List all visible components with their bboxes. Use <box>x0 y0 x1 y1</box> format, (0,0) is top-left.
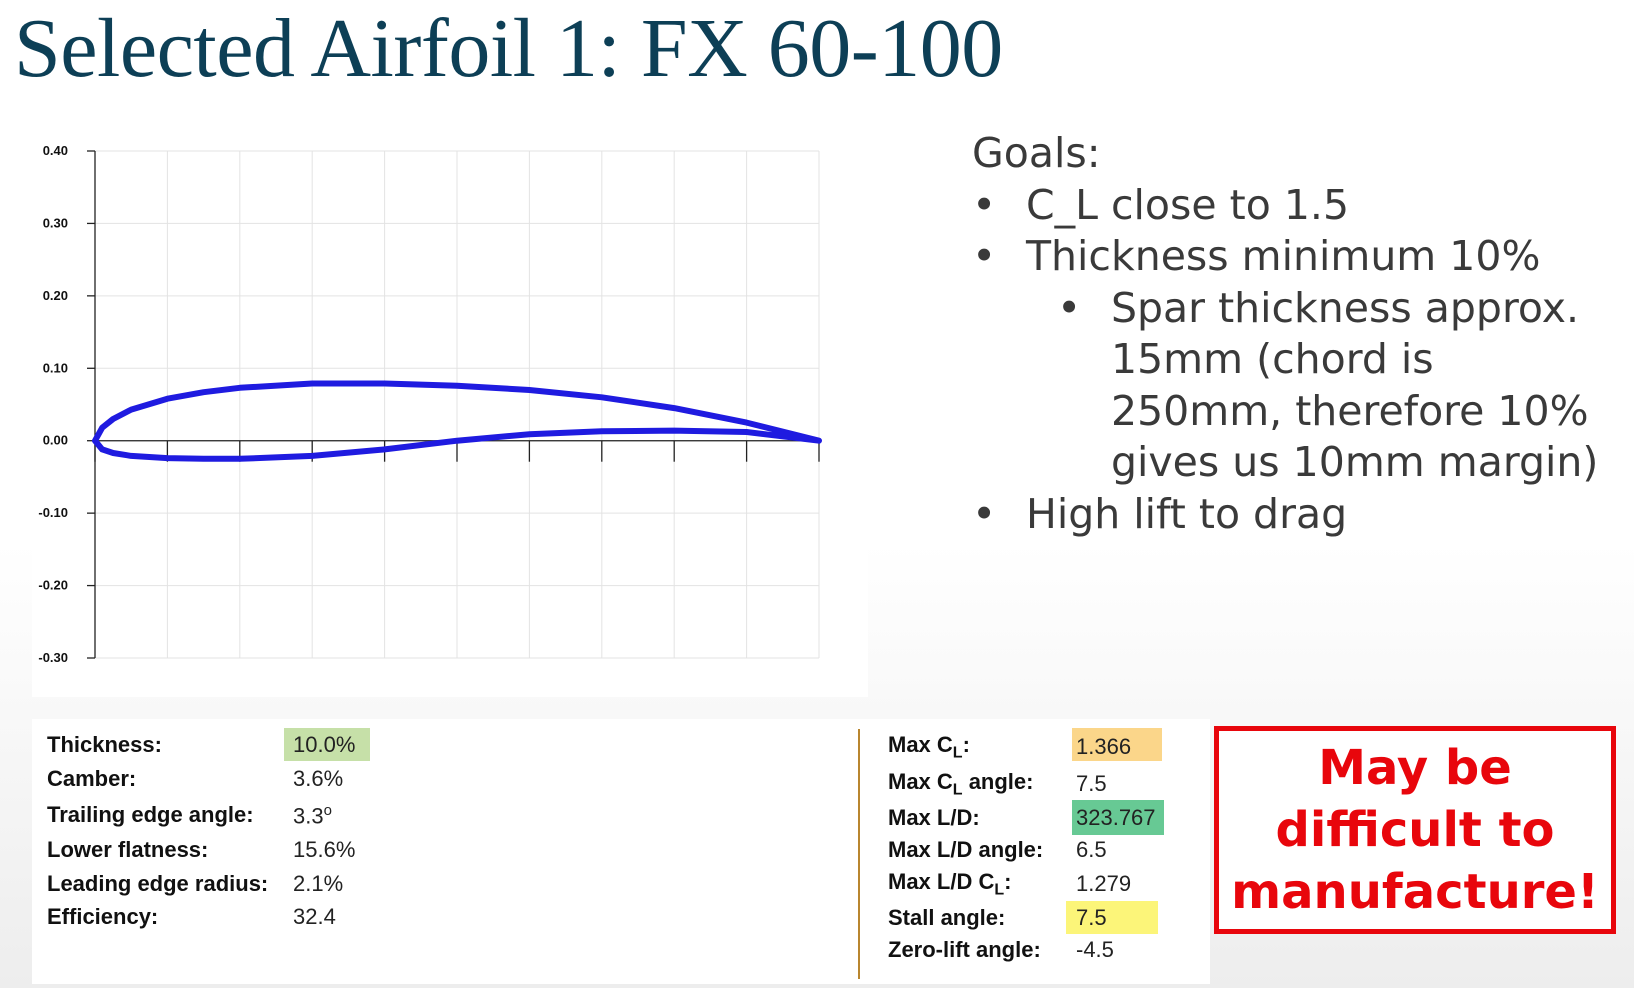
airfoil-plot-svg: 0.40 0.30 0.20 0.10 0.00 -0.10 -0.20 -0.30 <box>38 143 822 665</box>
goal-item: C_L close to 1.5 <box>972 180 1612 232</box>
goal-item: High lift to drag <box>972 489 1612 541</box>
goal-subitem: Spar thickness approx. 15mm (chord is 25… <box>972 283 1612 489</box>
plot-axes <box>87 150 820 659</box>
subscript-l: L <box>952 744 963 762</box>
y-tick-label: 0.30 <box>43 215 68 230</box>
goals-heading: Goals: <box>972 129 1101 177</box>
y-tick-label: -0.30 <box>38 650 68 665</box>
max-ld-label: Max L/D: <box>888 805 980 830</box>
zero-lift-angle-value: -4.5 <box>1076 937 1114 962</box>
max-ld-value: 323.767 <box>1076 805 1156 830</box>
y-tick-label: 0.40 <box>43 143 68 158</box>
efficiency-value: 32.4 <box>293 904 336 929</box>
plot-grid <box>95 150 820 659</box>
lower-flatness-label: Lower flatness: <box>47 837 209 862</box>
thickness-label: Thickness: <box>47 732 162 757</box>
subscript-l: L <box>994 881 1005 899</box>
degree-symbol: o <box>323 802 332 819</box>
zero-lift-angle-label: Zero-lift angle: <box>888 937 1041 962</box>
lower-flatness-value: 15.6% <box>293 837 356 862</box>
warning-callout: May be difficult to manufacture! <box>1214 726 1616 934</box>
warning-text: May be difficult to manufacture! <box>1231 740 1599 920</box>
airfoil-stats-panel: Thickness: 10.0% Camber: 3.6% Trailing e… <box>32 719 1210 984</box>
max-ld-angle-label: Max L/D angle: <box>888 837 1044 862</box>
slide-title: Selected Airfoil 1: FX 60-100 <box>14 2 1003 95</box>
max-cl-value: 1.366 <box>1076 734 1132 759</box>
max-ld-cl-value: 1.279 <box>1076 871 1132 896</box>
subscript-l: L <box>952 781 963 799</box>
thickness-value: 10.0% <box>293 732 356 757</box>
efficiency-label: Efficiency: <box>47 904 159 929</box>
airfoil-plot: 0.40 0.30 0.20 0.10 0.00 -0.10 -0.20 -0.30 <box>32 140 868 697</box>
stall-angle-value: 7.5 <box>1076 905 1107 930</box>
camber-label: Camber: <box>47 766 137 791</box>
stats-column-divider <box>858 729 860 979</box>
y-tick-label: 0.10 <box>43 360 68 375</box>
y-tick-label: -0.10 <box>38 505 68 520</box>
goals-list: C_L close to 1.5 Thickness minimum 10% S… <box>972 180 1612 541</box>
goal-item: Thickness minimum 10% <box>972 231 1612 283</box>
stall-angle-label: Stall angle: <box>888 905 1006 930</box>
max-ld-angle-value: 6.5 <box>1076 837 1107 862</box>
max-cl-angle-value: 7.5 <box>1076 771 1107 796</box>
trailing-edge-angle-label: Trailing edge angle: <box>47 802 254 827</box>
leading-edge-radius-label: Leading edge radius: <box>47 871 269 896</box>
camber-value: 3.6% <box>293 766 344 791</box>
leading-edge-radius-value: 2.1% <box>293 871 344 896</box>
y-tick-label: 0.20 <box>43 288 68 303</box>
trailing-edge-angle-value: 3.3o <box>293 802 332 829</box>
max-cl-label: Max CL: <box>888 732 970 762</box>
y-tick-labels: 0.40 0.30 0.20 0.10 0.00 -0.10 -0.20 -0.30 <box>38 143 68 665</box>
max-ld-cl-label: Max L/D CL: <box>888 869 1012 899</box>
max-cl-angle-label: Max CL angle: <box>888 769 1034 799</box>
y-tick-label: 0.00 <box>43 433 68 448</box>
y-tick-label: -0.20 <box>38 578 68 593</box>
goals-text-box: Goals: C_L close to 1.5 Thickness minimu… <box>972 128 1612 540</box>
